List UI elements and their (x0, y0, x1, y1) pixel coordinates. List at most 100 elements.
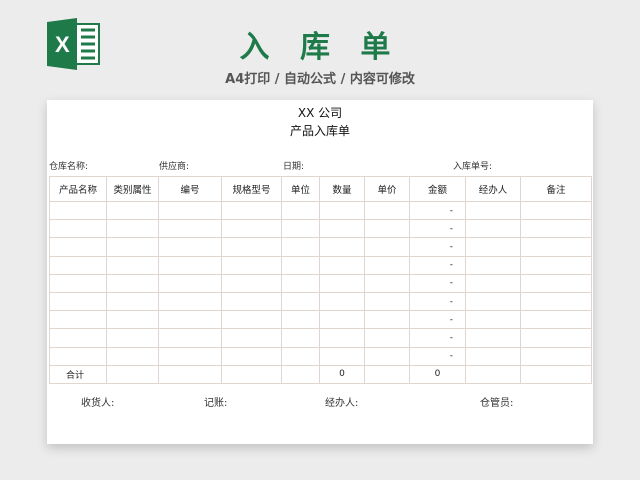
handler-label[interactable]: 经办人: (325, 394, 358, 409)
table-cell[interactable] (520, 273, 592, 293)
table-cell[interactable] (520, 310, 592, 330)
column-header[interactable]: 类别属性 (106, 176, 159, 202)
table-cell[interactable] (281, 291, 320, 312)
table-cell[interactable] (158, 328, 222, 348)
table-cell[interactable] (281, 328, 320, 348)
table-cell[interactable] (49, 255, 107, 275)
column-header[interactable]: 金额 (409, 176, 466, 202)
table-cell[interactable] (319, 237, 365, 257)
table-cell[interactable] (221, 255, 282, 275)
table-cell[interactable] (158, 200, 222, 221)
table-cell[interactable] (106, 346, 159, 366)
table-cell[interactable] (49, 291, 107, 312)
table-cell[interactable] (520, 237, 592, 257)
table-cell[interactable] (319, 273, 365, 293)
table-cell[interactable] (106, 200, 159, 221)
amount-cell[interactable]: - (409, 255, 466, 275)
table-cell[interactable] (364, 200, 410, 221)
table-cell[interactable] (221, 237, 282, 257)
table-cell[interactable] (281, 346, 320, 366)
receipt-number-label[interactable]: 入库单号: (453, 159, 492, 172)
table-cell[interactable] (319, 328, 365, 348)
table-cell[interactable] (364, 219, 410, 239)
table-cell[interactable] (364, 273, 410, 293)
total-label[interactable]: 合计 (49, 364, 107, 384)
table-cell[interactable] (49, 346, 107, 366)
amount-cell[interactable]: - (409, 200, 466, 221)
table-cell[interactable] (158, 237, 222, 257)
table-cell[interactable] (520, 364, 592, 384)
table-cell[interactable] (49, 237, 107, 257)
table-cell[interactable] (319, 219, 365, 239)
table-cell[interactable] (465, 219, 521, 239)
table-cell[interactable] (281, 364, 320, 384)
table-cell[interactable] (221, 219, 282, 239)
column-header[interactable]: 编号 (158, 176, 222, 202)
warehouse-keeper-label[interactable]: 仓管员: (480, 394, 513, 409)
table-cell[interactable] (465, 237, 521, 257)
table-cell[interactable] (158, 291, 222, 312)
table-cell[interactable] (364, 328, 410, 348)
table-cell[interactable] (158, 346, 222, 366)
amount-cell[interactable]: - (409, 219, 466, 239)
table-cell[interactable] (520, 328, 592, 348)
table-cell[interactable] (221, 364, 282, 384)
table-cell[interactable] (364, 291, 410, 312)
table-cell[interactable] (106, 310, 159, 330)
table-cell[interactable] (281, 255, 320, 275)
table-cell[interactable] (158, 273, 222, 293)
total-amount[interactable]: 0 (409, 364, 466, 384)
table-cell[interactable] (319, 346, 365, 366)
table-cell[interactable] (520, 346, 592, 366)
company-name[interactable]: XX 公司 (47, 104, 593, 121)
table-cell[interactable] (319, 310, 365, 330)
column-header[interactable]: 备注 (520, 176, 592, 202)
column-header[interactable]: 单位 (281, 176, 320, 202)
table-cell[interactable] (465, 364, 521, 384)
table-cell[interactable] (281, 237, 320, 257)
table-cell[interactable] (281, 219, 320, 239)
table-cell[interactable] (465, 328, 521, 348)
table-cell[interactable] (49, 219, 107, 239)
table-cell[interactable] (49, 328, 107, 348)
column-header[interactable]: 规格型号 (221, 176, 282, 202)
column-header[interactable]: 单价 (364, 176, 410, 202)
amount-cell[interactable]: - (409, 346, 466, 366)
document-title[interactable]: 产品入库单 (47, 122, 593, 139)
table-cell[interactable] (106, 255, 159, 275)
table-cell[interactable] (106, 237, 159, 257)
table-cell[interactable] (106, 273, 159, 293)
table-cell[interactable] (106, 291, 159, 312)
table-cell[interactable] (364, 364, 410, 384)
table-cell[interactable] (221, 310, 282, 330)
column-header[interactable]: 数量 (319, 176, 365, 202)
column-header[interactable]: 产品名称 (49, 176, 107, 202)
table-cell[interactable] (319, 291, 365, 312)
table-cell[interactable] (281, 310, 320, 330)
table-cell[interactable] (106, 364, 159, 384)
column-header[interactable]: 经办人 (465, 176, 521, 202)
table-cell[interactable] (221, 200, 282, 221)
table-cell[interactable] (520, 219, 592, 239)
total-quantity[interactable]: 0 (319, 364, 365, 384)
table-cell[interactable] (221, 273, 282, 293)
table-cell[interactable] (106, 328, 159, 348)
table-cell[interactable] (465, 291, 521, 312)
amount-cell[interactable]: - (409, 237, 466, 257)
table-cell[interactable] (158, 255, 222, 275)
table-cell[interactable] (364, 310, 410, 330)
table-cell[interactable] (520, 255, 592, 275)
table-cell[interactable] (221, 291, 282, 312)
table-cell[interactable] (465, 200, 521, 221)
table-cell[interactable] (221, 328, 282, 348)
table-cell[interactable] (465, 310, 521, 330)
table-cell[interactable] (221, 346, 282, 366)
table-cell[interactable] (364, 346, 410, 366)
table-cell[interactable] (465, 255, 521, 275)
table-cell[interactable] (465, 346, 521, 366)
amount-cell[interactable]: - (409, 273, 466, 293)
table-cell[interactable] (49, 273, 107, 293)
table-cell[interactable] (465, 273, 521, 293)
supplier-label[interactable]: 供应商: (159, 159, 189, 172)
table-cell[interactable] (49, 200, 107, 221)
